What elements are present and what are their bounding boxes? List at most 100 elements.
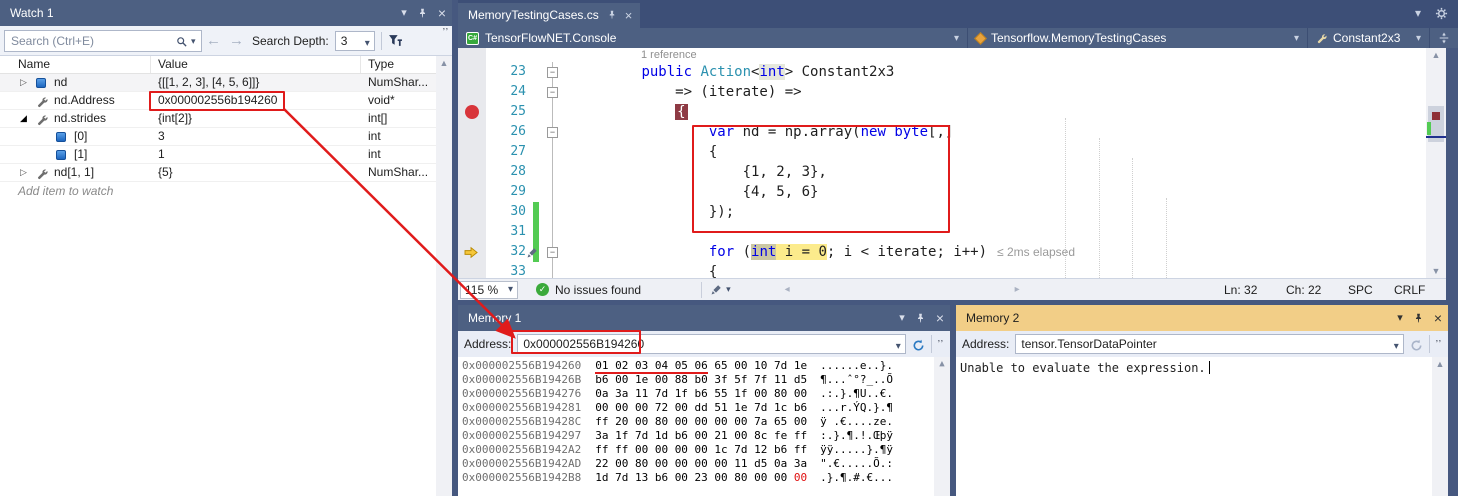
memory2-scrollbar[interactable]: ▲ (1432, 357, 1448, 496)
code-line-30[interactable]: 30 }); (458, 202, 1446, 222)
tab-pin-icon[interactable] (607, 3, 617, 28)
column-header-value: Value (158, 57, 188, 71)
watch-row-nd-strides[interactable]: ◢ nd.strides {int[2]} int[] (0, 110, 452, 128)
memory1-hex-dump[interactable]: 0x000002556B19426001 02 03 04 05 06 65 0… (458, 357, 950, 496)
expander-icon[interactable]: ◢ (20, 113, 27, 124)
tab-memorytestingcases[interactable]: MemoryTestingCases.cs × (458, 3, 640, 28)
outline-collapse-box[interactable]: − (547, 247, 558, 258)
scroll-up-icon: ▲ (436, 56, 452, 70)
pin-icon[interactable] (915, 305, 926, 331)
expander-icon[interactable]: ▷ (20, 77, 27, 88)
code-line-32[interactable]: 32 − for (int i = 0; i < iterate; i++) ≤… (458, 242, 1446, 262)
search-back-icon[interactable]: ← (206, 32, 221, 49)
window-position-icon[interactable]: ▾ (1397, 305, 1403, 331)
cleanup-dropdown-icon[interactable]: ▾ (726, 284, 731, 295)
hex-row: 0x000002556B1942973a 1f 7d 1d b6 00 21 0… (462, 429, 950, 443)
memory2-panel: Memory 2 ▾ × Address: tensor.TensorDataP… (956, 305, 1448, 496)
project-select[interactable]: C# TensorFlowNET.Console ▾ (458, 28, 968, 48)
memory2-title-bar[interactable]: Memory 2 ▾ × (956, 305, 1448, 331)
type-select[interactable]: Tensorflow.MemoryTestingCases ▾ (968, 28, 1308, 48)
code-line-31[interactable]: 31 (458, 222, 1446, 242)
pin-icon[interactable] (1413, 305, 1424, 331)
close-icon[interactable]: × (1434, 305, 1442, 331)
watch-value[interactable]: 1 (158, 147, 165, 161)
watch-scrollbar[interactable]: ▲ (436, 56, 452, 496)
window-position-icon[interactable]: ▾ (899, 305, 905, 331)
search-input[interactable] (4, 30, 202, 52)
issues-status[interactable]: No issues found (555, 283, 641, 297)
watch-value[interactable]: {int[2]} (158, 111, 192, 125)
outline-collapse-box[interactable]: − (547, 87, 558, 98)
watch-row-strides-1[interactable]: [1] 1 int (0, 146, 452, 164)
code-line-23[interactable]: 23 − public Action<int> Constant2x3 (458, 62, 1446, 82)
refresh-icon[interactable] (1410, 336, 1423, 352)
code-line-24[interactable]: 24 − => (iterate) => (458, 82, 1446, 102)
memory2-content[interactable]: Unable to evaluate the expression. ▲ (956, 357, 1448, 496)
hscroll-left-icon[interactable]: ◂ (785, 284, 790, 295)
close-icon[interactable]: × (438, 0, 446, 26)
field-icon (56, 150, 66, 160)
code-cleanup-brush-icon[interactable] (526, 245, 538, 259)
watch-row-strides-0[interactable]: [0] 3 int (0, 128, 452, 146)
watch-value[interactable]: 0x000002556b194260 (158, 93, 277, 107)
search-forward-icon[interactable]: → (229, 32, 244, 49)
code-line-28[interactable]: 28 {1, 2, 3}, (458, 162, 1446, 182)
watch-row-nd-address[interactable]: nd.Address 0x000002556b194260 void* (0, 92, 452, 110)
chevron-down-icon[interactable]: ▾ (896, 338, 901, 354)
code-line-33[interactable]: 33 { (458, 262, 1446, 278)
filter-icon[interactable] (388, 33, 403, 48)
code-editor[interactable]: 1 reference 23 − public Action<int> Cons… (458, 48, 1446, 278)
memory1-scrollbar[interactable]: ▲ (934, 357, 950, 496)
watch-toolbar: ▾ ← → Search Depth: 3 ▾ ’’ (0, 26, 452, 56)
watch-type: NumShar... (368, 75, 428, 89)
memory1-address-input[interactable]: 0x000002556B194260 ▾ (517, 334, 905, 354)
watch-value[interactable]: {[[1, 2, 3], [4, 5, 6]]} (158, 75, 259, 89)
memory1-title-bar[interactable]: Memory 1 ▾ × (458, 305, 950, 331)
codelens-references[interactable]: 1 reference (564, 48, 697, 62)
addressbar-overflow-icon[interactable]: ’’ (938, 339, 944, 350)
addressbar-overflow-icon[interactable]: ’’ (1436, 339, 1442, 350)
code-line-25[interactable]: 25 { (458, 102, 1446, 122)
code-cleanup-icon[interactable] (710, 283, 722, 297)
change-bar (532, 202, 542, 222)
watch-title-bar[interactable]: Watch 1 ▾ × (0, 0, 452, 26)
watch-type: void* (368, 93, 395, 107)
code-line-27[interactable]: 27 { (458, 142, 1446, 162)
tab-close-icon[interactable]: × (625, 3, 633, 28)
memory2-address-bar: Address: tensor.TensorDataPointer ▾ ’’ (956, 331, 1448, 357)
code-line-26[interactable]: 26 − var nd = np.array(new byte[,] (458, 122, 1446, 142)
editor-bottom-bar: 115 % ▾ ✓ No issues found ▾ ◂ ▸ Ln: 32 C… (458, 278, 1446, 300)
outline-collapse-box[interactable]: − (547, 127, 558, 138)
search-icon[interactable] (176, 34, 188, 48)
chevron-down-icon[interactable]: ▾ (1394, 338, 1399, 354)
toolbar-overflow-icon[interactable]: ’’ (443, 27, 449, 38)
code-line-29[interactable]: 29 {4, 5, 6} (458, 182, 1446, 202)
watch-title: Watch 1 (10, 6, 54, 20)
gear-icon[interactable] (1435, 6, 1448, 20)
add-watch-item[interactable]: Add item to watch (0, 182, 452, 198)
outline-collapse-box[interactable]: − (547, 67, 558, 78)
hscroll-right-icon[interactable]: ▸ (1015, 284, 1020, 295)
highlighted-bytes: 01 02 03 04 05 06 (595, 359, 708, 374)
document-dropdown-icon[interactable]: ▾ (1415, 6, 1421, 20)
watch-value[interactable]: {5} (158, 165, 173, 179)
split-editor-handle[interactable] (1430, 28, 1458, 48)
refresh-icon[interactable] (912, 336, 925, 352)
zoom-select[interactable]: 115 % ▾ (460, 281, 518, 299)
watch-value[interactable]: 3 (158, 129, 165, 143)
watch-row-nd11[interactable]: ▷ nd[1, 1] {5} NumShar... (0, 164, 452, 182)
member-select[interactable]: Constant2x3 ▾ (1308, 28, 1430, 48)
search-depth-select[interactable]: 3 ▾ (335, 31, 375, 51)
memory1-title: Memory 1 (468, 311, 521, 325)
memory2-address-input[interactable]: tensor.TensorDataPointer ▾ (1015, 334, 1403, 354)
watch-row-nd[interactable]: ▷ nd {[[1, 2, 3], [4, 5, 6]]} NumShar... (0, 74, 452, 92)
watch-name: [1] (74, 147, 87, 161)
pin-icon[interactable] (417, 0, 428, 26)
breakpoint-icon[interactable] (465, 105, 479, 119)
expander-icon[interactable]: ▷ (20, 167, 27, 178)
watch-grid-header[interactable]: Name Value Type (0, 56, 452, 74)
window-position-icon[interactable]: ▾ (401, 0, 407, 26)
search-dropdown-icon[interactable]: ▾ (191, 36, 196, 47)
chevron-down-icon: ▾ (508, 284, 513, 295)
close-icon[interactable]: × (936, 305, 944, 331)
